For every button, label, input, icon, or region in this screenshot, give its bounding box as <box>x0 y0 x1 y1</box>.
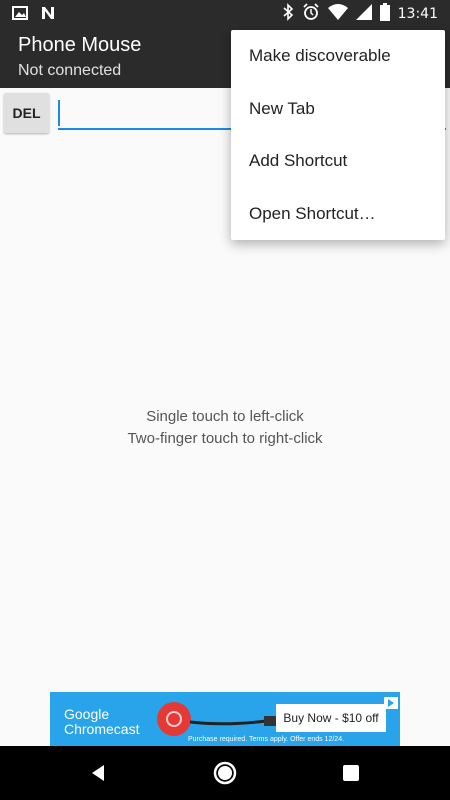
del-button[interactable]: DEL <box>4 93 49 133</box>
image-icon <box>12 5 28 25</box>
hint-right-click: Two-finger touch to right-click <box>127 430 323 447</box>
app-title: Phone Mouse <box>18 34 142 56</box>
back-icon[interactable] <box>86 761 110 785</box>
adchoices-icon[interactable] <box>384 694 398 709</box>
status-bar: 13:41 <box>0 0 450 26</box>
battery-icon <box>379 3 390 25</box>
overflow-menu: Make discoverable New Tab Add Shortcut O… <box>231 30 445 240</box>
hint-left-click: Single touch to left-click <box>146 408 304 425</box>
alarm-icon <box>302 3 320 25</box>
bluetooth-icon <box>282 3 294 25</box>
navigation-bar <box>0 746 450 800</box>
ad-brand-line1: Google <box>64 706 110 722</box>
menu-item-make-discoverable[interactable]: Make discoverable <box>231 30 445 83</box>
recents-icon[interactable] <box>339 761 363 785</box>
menu-item-new-tab[interactable]: New Tab <box>231 83 445 136</box>
ad-banner[interactable]: Google Chromecast Buy Now - $10 off Purc… <box>50 692 400 746</box>
wifi-icon <box>327 4 348 24</box>
connection-status: Not connected <box>18 62 122 79</box>
n-icon <box>40 5 56 25</box>
menu-item-add-shortcut[interactable]: Add Shortcut <box>231 135 445 188</box>
home-icon[interactable] <box>213 761 237 785</box>
ad-buy-now-button[interactable]: Buy Now - $10 off <box>276 704 386 732</box>
ad-brand-line2: Chromecast <box>64 721 140 737</box>
menu-item-open-shortcut[interactable]: Open Shortcut… <box>231 188 445 241</box>
status-time: 13:41 <box>397 6 438 22</box>
signal-icon <box>355 4 372 24</box>
text-cursor <box>58 100 60 126</box>
ad-fine-print: Purchase required. Terms apply. Offer en… <box>188 736 345 743</box>
